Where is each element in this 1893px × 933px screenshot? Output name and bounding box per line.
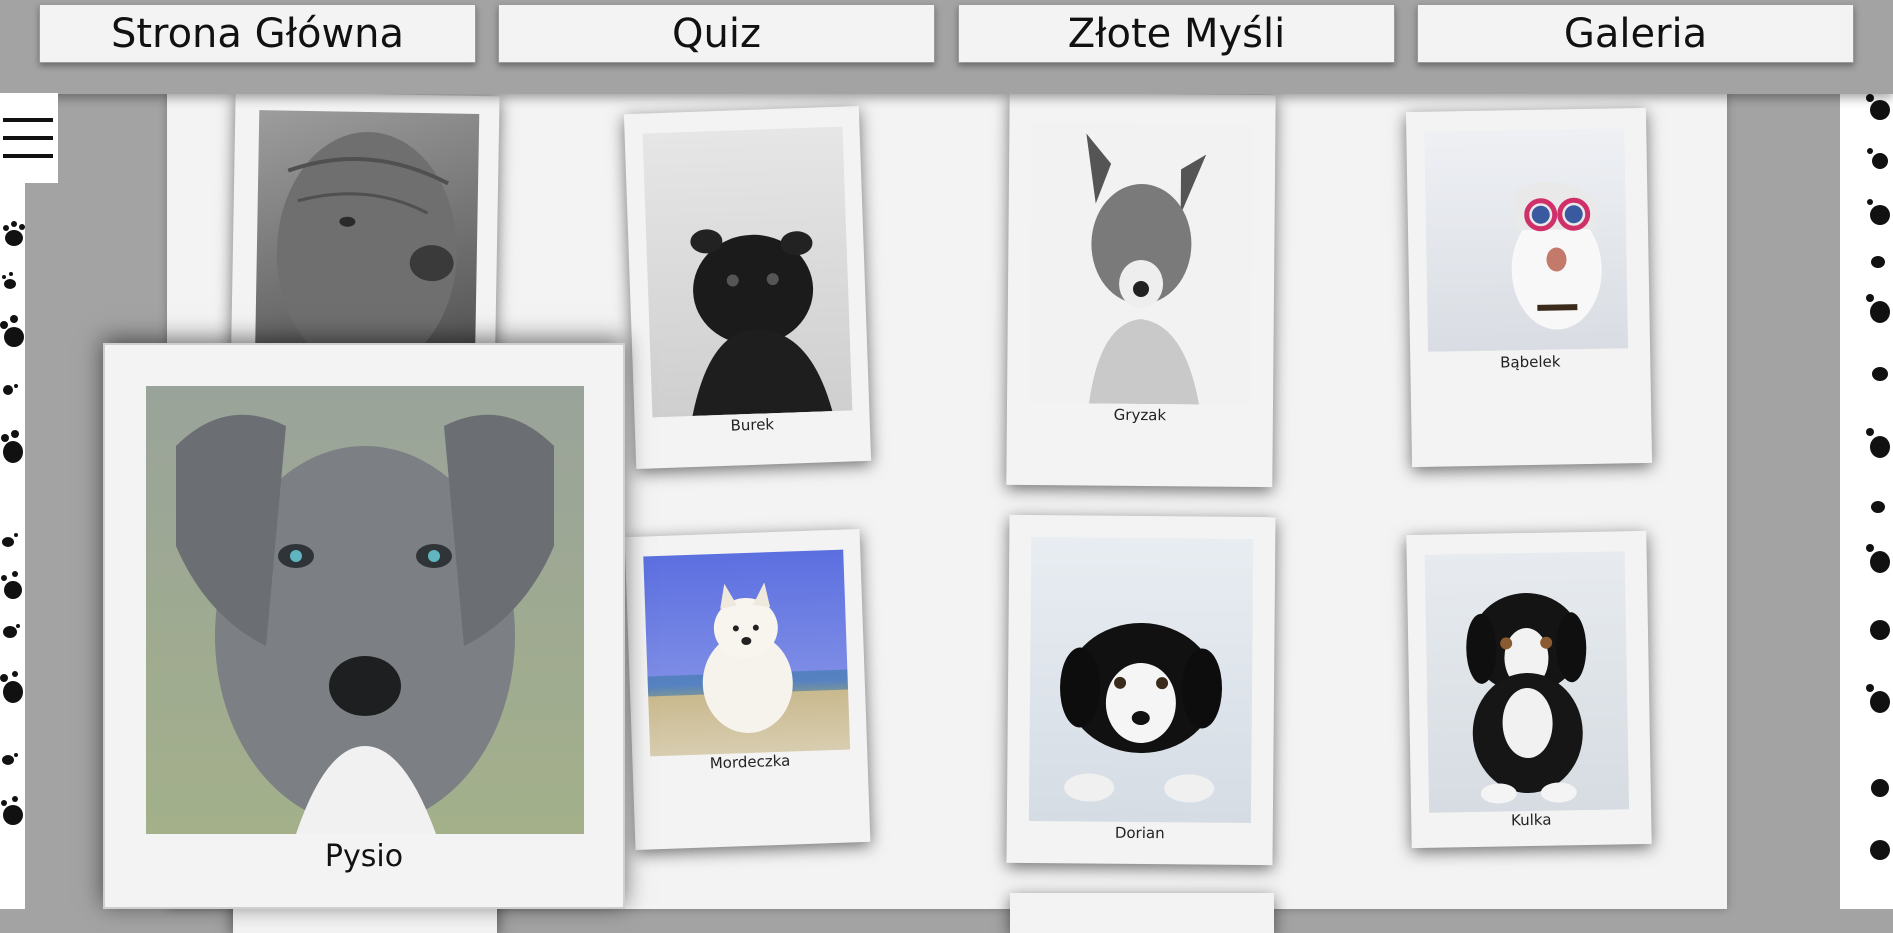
gallery-card-dorian[interactable]: Dorian xyxy=(1006,514,1276,866)
dog-photo xyxy=(1424,551,1630,813)
dog-photo xyxy=(1028,537,1254,823)
gallery-card-babelek[interactable]: Bąbelek xyxy=(1405,107,1653,468)
paw-print-icon xyxy=(1866,94,1890,860)
nav-quiz-button[interactable]: Quiz xyxy=(498,4,935,63)
card-caption: Bąbelek xyxy=(1499,352,1561,372)
nav-gallery-button[interactable]: Galeria xyxy=(1417,4,1854,63)
nav-golden-thoughts-button[interactable]: Złote Myśli xyxy=(958,4,1395,63)
card-caption: Dorian xyxy=(1114,823,1165,843)
dog-photo xyxy=(643,549,851,757)
left-paw-border xyxy=(0,94,25,909)
dog-photo xyxy=(1424,128,1629,352)
gallery-card-kulka[interactable]: Kulka xyxy=(1406,530,1652,849)
dog-photo xyxy=(642,126,853,418)
card-caption: Kulka xyxy=(1510,810,1552,830)
enlarged-card-caption: Pysio xyxy=(324,839,404,874)
gallery-card-burek[interactable]: Burek xyxy=(623,106,872,469)
menu-button[interactable] xyxy=(0,93,58,183)
dog-photo xyxy=(1029,123,1254,405)
enlarged-card-pysio[interactable]: Pysio xyxy=(103,343,625,909)
gallery-card[interactable] xyxy=(1010,893,1274,933)
dog-photo xyxy=(146,386,584,834)
gallery-card-mordeczka[interactable]: Mordeczka xyxy=(624,528,871,851)
top-navigation: Strona Główna Quiz Złote Myśli Galeria xyxy=(0,0,1893,94)
card-caption: Gryzak xyxy=(1113,405,1167,425)
right-paw-border xyxy=(1840,94,1893,909)
gallery-card-gryzak[interactable]: Gryzak xyxy=(1006,92,1276,488)
paw-print-icon xyxy=(0,221,25,825)
nav-home-button[interactable]: Strona Główna xyxy=(39,4,476,63)
